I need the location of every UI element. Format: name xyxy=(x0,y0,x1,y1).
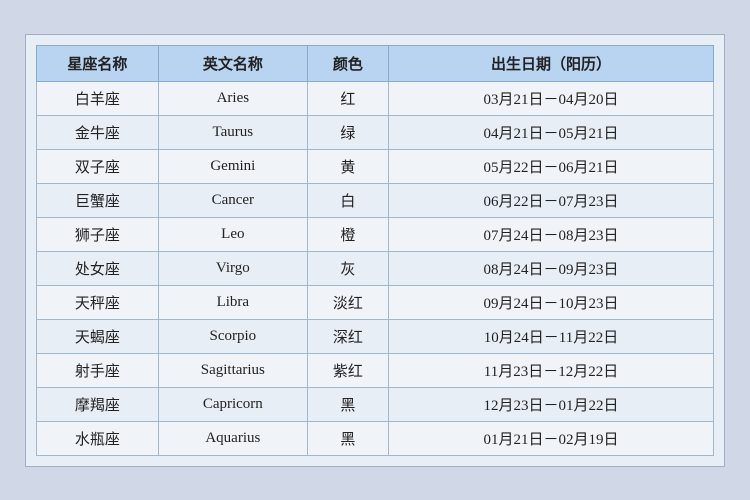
header-zh: 星座名称 xyxy=(37,45,159,81)
cell-en: Sagittarius xyxy=(158,353,307,387)
table-row: 处女座Virgo灰08月24日－09月23日 xyxy=(37,251,714,285)
cell-date: 06月22日－07月23日 xyxy=(389,183,714,217)
cell-zh: 处女座 xyxy=(37,251,159,285)
cell-date: 03月21日－04月20日 xyxy=(389,81,714,115)
cell-zh: 巨蟹座 xyxy=(37,183,159,217)
cell-en: Libra xyxy=(158,285,307,319)
cell-zh: 狮子座 xyxy=(37,217,159,251)
cell-zh: 白羊座 xyxy=(37,81,159,115)
table-row: 水瓶座Aquarius黑01月21日－02月19日 xyxy=(37,421,714,455)
cell-zh: 天秤座 xyxy=(37,285,159,319)
header-color: 颜色 xyxy=(307,45,388,81)
cell-en: Gemini xyxy=(158,149,307,183)
main-container: 星座名称 英文名称 颜色 出生日期（阳历） 白羊座Aries红03月21日－04… xyxy=(25,34,725,467)
cell-date: 04月21日－05月21日 xyxy=(389,115,714,149)
cell-date: 11月23日－12月22日 xyxy=(389,353,714,387)
cell-en: Taurus xyxy=(158,115,307,149)
table-row: 天秤座Libra淡红09月24日－10月23日 xyxy=(37,285,714,319)
cell-date: 10月24日－11月22日 xyxy=(389,319,714,353)
cell-en: Scorpio xyxy=(158,319,307,353)
cell-zh: 射手座 xyxy=(37,353,159,387)
cell-zh: 摩羯座 xyxy=(37,387,159,421)
header-en: 英文名称 xyxy=(158,45,307,81)
cell-zh: 金牛座 xyxy=(37,115,159,149)
cell-color: 黑 xyxy=(307,421,388,455)
cell-color: 红 xyxy=(307,81,388,115)
cell-date: 01月21日－02月19日 xyxy=(389,421,714,455)
header-date: 出生日期（阳历） xyxy=(389,45,714,81)
cell-en: Aries xyxy=(158,81,307,115)
table-row: 双子座Gemini黄05月22日－06月21日 xyxy=(37,149,714,183)
cell-en: Cancer xyxy=(158,183,307,217)
cell-color: 白 xyxy=(307,183,388,217)
cell-color: 紫红 xyxy=(307,353,388,387)
cell-date: 08月24日－09月23日 xyxy=(389,251,714,285)
table-header-row: 星座名称 英文名称 颜色 出生日期（阳历） xyxy=(37,45,714,81)
cell-color: 灰 xyxy=(307,251,388,285)
cell-zh: 双子座 xyxy=(37,149,159,183)
table-row: 巨蟹座Cancer白06月22日－07月23日 xyxy=(37,183,714,217)
table-row: 白羊座Aries红03月21日－04月20日 xyxy=(37,81,714,115)
cell-color: 黄 xyxy=(307,149,388,183)
cell-color: 黑 xyxy=(307,387,388,421)
cell-date: 09月24日－10月23日 xyxy=(389,285,714,319)
cell-date: 12月23日－01月22日 xyxy=(389,387,714,421)
cell-color: 橙 xyxy=(307,217,388,251)
table-row: 射手座Sagittarius紫红11月23日－12月22日 xyxy=(37,353,714,387)
cell-en: Virgo xyxy=(158,251,307,285)
cell-en: Aquarius xyxy=(158,421,307,455)
cell-date: 07月24日－08月23日 xyxy=(389,217,714,251)
cell-color: 淡红 xyxy=(307,285,388,319)
table-row: 金牛座Taurus绿04月21日－05月21日 xyxy=(37,115,714,149)
cell-en: Leo xyxy=(158,217,307,251)
zodiac-table: 星座名称 英文名称 颜色 出生日期（阳历） 白羊座Aries红03月21日－04… xyxy=(36,45,714,456)
table-row: 摩羯座Capricorn黑12月23日－01月22日 xyxy=(37,387,714,421)
cell-color: 深红 xyxy=(307,319,388,353)
cell-en: Capricorn xyxy=(158,387,307,421)
cell-zh: 天蝎座 xyxy=(37,319,159,353)
table-row: 狮子座Leo橙07月24日－08月23日 xyxy=(37,217,714,251)
cell-zh: 水瓶座 xyxy=(37,421,159,455)
table-row: 天蝎座Scorpio深红10月24日－11月22日 xyxy=(37,319,714,353)
cell-date: 05月22日－06月21日 xyxy=(389,149,714,183)
cell-color: 绿 xyxy=(307,115,388,149)
